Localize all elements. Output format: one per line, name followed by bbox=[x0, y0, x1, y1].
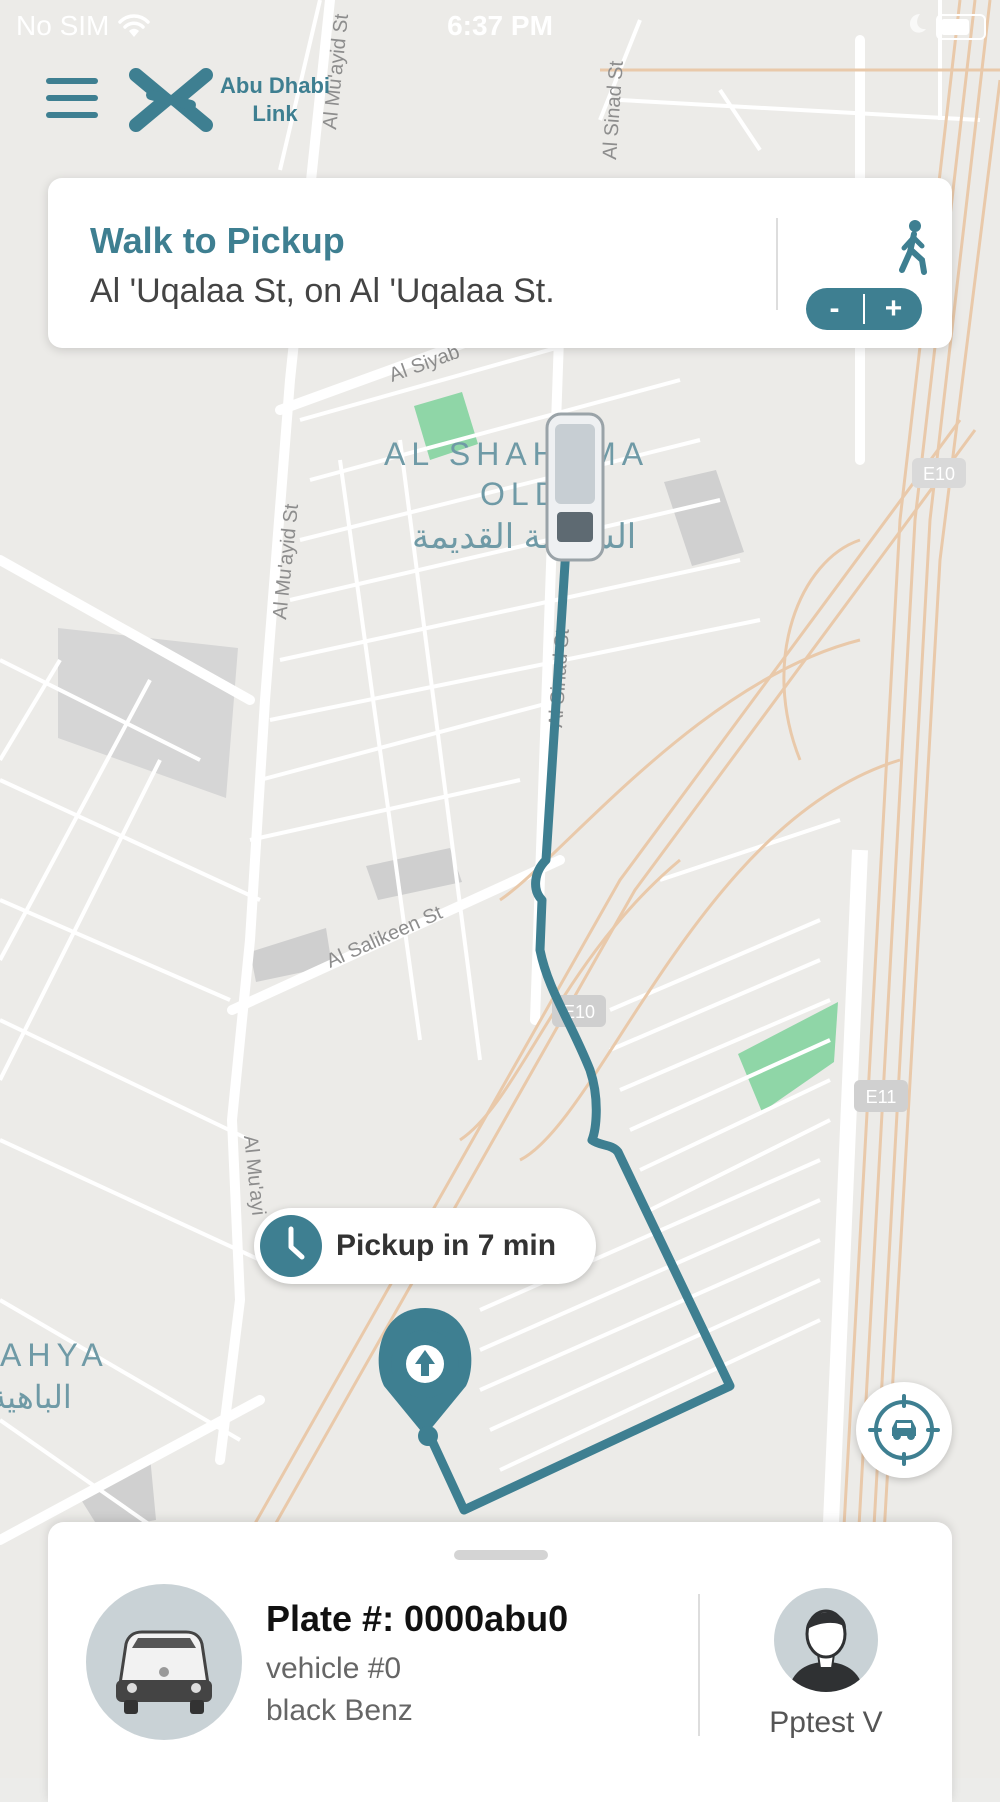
district-label-partial-ar: الباهية bbox=[0, 1379, 72, 1415]
vehicle-avatar bbox=[86, 1584, 242, 1740]
locate-vehicle-button[interactable] bbox=[856, 1382, 952, 1478]
car-front-icon bbox=[116, 1630, 212, 1714]
pickup-eta-bubble: Pickup in 7 min bbox=[254, 1208, 596, 1284]
district-label-en: AL SHAHAMA bbox=[384, 436, 649, 472]
walking-person-icon bbox=[899, 220, 927, 275]
route-instruction-card: Walk to Pickup Al 'Uqalaa St, on Al 'Uqa… bbox=[48, 178, 952, 348]
district-label-partial-en: AHYA bbox=[0, 1337, 109, 1373]
card-divider bbox=[776, 218, 778, 310]
instruction-subtitle: Al 'Uqalaa St, on Al 'Uqalaa St. bbox=[90, 272, 555, 310]
zoom-in-button[interactable]: + bbox=[865, 292, 922, 326]
svg-text:E10: E10 bbox=[923, 464, 955, 484]
zoom-out-button[interactable]: - bbox=[806, 292, 863, 326]
svg-text:E11: E11 bbox=[866, 1087, 897, 1107]
pickup-eta-text: Pickup in 7 min bbox=[336, 1229, 557, 1262]
vehicle-marker[interactable] bbox=[545, 412, 605, 562]
instruction-title: Walk to Pickup bbox=[90, 220, 345, 261]
moon-icon bbox=[910, 14, 926, 33]
status-bar: No SIM 6:37 PM bbox=[0, 0, 1000, 52]
driver-avatar[interactable] bbox=[774, 1588, 878, 1692]
zoom-control: - + bbox=[806, 288, 922, 330]
driver-name: Pptest V bbox=[769, 1706, 883, 1739]
clock-icon bbox=[260, 1215, 322, 1277]
vehicle-description: black Benz bbox=[266, 1694, 413, 1727]
hamburger-icon bbox=[46, 78, 98, 84]
vehicle-plate: Plate #: 0000abu0 bbox=[266, 1598, 569, 1639]
menu-button[interactable] bbox=[46, 78, 98, 122]
vehicle-name: vehicle #0 bbox=[266, 1652, 402, 1685]
sheet-drag-handle[interactable] bbox=[454, 1550, 548, 1560]
trip-details-sheet: Plate #: 0000abu0 vehicle #0 black Benz … bbox=[48, 1522, 952, 1802]
app-logo: Abu Dhabi Link bbox=[126, 55, 330, 145]
highway-badge-e11: E11 bbox=[854, 1080, 908, 1112]
sheet-divider bbox=[698, 1594, 700, 1736]
logo-text-line2: Link bbox=[252, 101, 298, 126]
logo-mark-icon bbox=[129, 68, 213, 132]
highway-badge-e10-top: E10 bbox=[912, 458, 966, 488]
status-time: 6:37 PM bbox=[447, 10, 553, 41]
crosshair-car-icon bbox=[868, 1394, 940, 1466]
person-avatar-icon bbox=[788, 1609, 864, 1692]
battery-icon bbox=[936, 14, 986, 40]
logo-text-line1: Abu Dhabi bbox=[220, 73, 330, 98]
